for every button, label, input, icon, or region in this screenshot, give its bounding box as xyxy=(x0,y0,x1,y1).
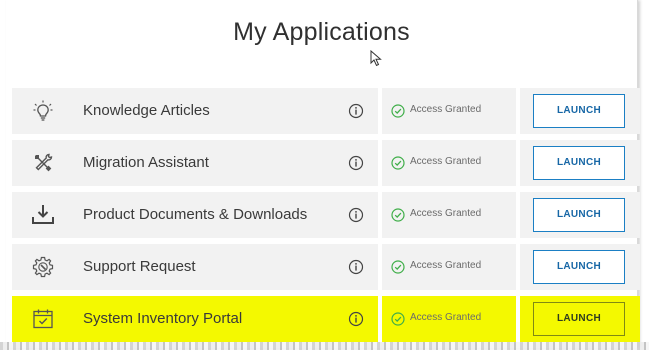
screenshot-frame: My Applications Knowledge Articles Acces… xyxy=(0,0,649,350)
launch-cell: LAUNCH xyxy=(520,88,640,134)
launch-button[interactable]: LAUNCH xyxy=(533,94,625,128)
torn-edge-divider xyxy=(0,342,649,350)
app-name: Knowledge Articles xyxy=(83,102,210,119)
app-row-knowledge-articles: Knowledge Articles Access Granted LAUNCH xyxy=(12,88,640,134)
app-name-cell: Product Documents & Downloads xyxy=(12,192,378,238)
app-name: Product Documents & Downloads xyxy=(83,206,308,223)
app-name-cell: System Inventory Portal xyxy=(12,296,378,342)
launch-button[interactable]: LAUNCH xyxy=(533,198,625,232)
access-status-text: Access Granted xyxy=(410,156,482,167)
app-row-migration-assistant: Migration Assistant Access Granted LAUNC… xyxy=(12,140,640,186)
access-status-cell: Access Granted xyxy=(382,192,516,238)
lightbulb-icon xyxy=(33,100,53,121)
launch-button[interactable]: LAUNCH xyxy=(533,302,625,336)
launch-cell: LAUNCH xyxy=(520,244,640,290)
info-icon[interactable] xyxy=(348,103,364,119)
launch-cell: LAUNCH xyxy=(520,192,640,238)
launch-cell: LAUNCH xyxy=(520,140,640,186)
app-name: System Inventory Portal xyxy=(83,310,243,327)
check-circle-icon xyxy=(391,156,405,170)
info-icon[interactable] xyxy=(348,311,364,327)
app-name: Migration Assistant xyxy=(83,154,209,171)
access-status-cell: Access Granted xyxy=(382,244,516,290)
access-status-cell: Access Granted xyxy=(382,296,516,342)
tools-icon xyxy=(35,153,53,172)
page-title: My Applications xyxy=(233,18,410,46)
calendar-check-icon xyxy=(33,309,53,329)
launch-button[interactable]: LAUNCH xyxy=(533,146,625,180)
check-circle-icon xyxy=(391,312,405,326)
info-icon[interactable] xyxy=(348,155,364,171)
app-row-product-documents: Product Documents & Downloads Access Gra… xyxy=(12,192,640,238)
app-name-cell: Support Request xyxy=(12,244,378,290)
app-name: Support Request xyxy=(83,258,196,275)
launch-cell: LAUNCH xyxy=(520,296,640,342)
info-icon[interactable] xyxy=(348,207,364,223)
check-circle-icon xyxy=(391,260,405,274)
access-status-text: Access Granted xyxy=(410,312,482,323)
app-row-support-request: Support Request Access Granted LAUNCH xyxy=(12,244,640,290)
app-name-cell: Knowledge Articles xyxy=(12,88,378,134)
access-status-cell: Access Granted xyxy=(382,88,516,134)
download-tray-icon xyxy=(32,205,54,224)
access-status-cell: Access Granted xyxy=(382,140,516,186)
app-name-cell: Migration Assistant xyxy=(12,140,378,186)
check-circle-icon xyxy=(391,104,405,118)
check-circle-icon xyxy=(391,208,405,222)
app-row-system-inventory-portal: System Inventory Portal Access Granted L… xyxy=(12,296,640,342)
mouse-cursor-icon xyxy=(370,50,382,67)
access-status-text: Access Granted xyxy=(410,208,482,219)
access-status-text: Access Granted xyxy=(410,104,482,115)
launch-button[interactable]: LAUNCH xyxy=(533,250,625,284)
info-icon[interactable] xyxy=(348,259,364,275)
access-status-text: Access Granted xyxy=(410,260,482,271)
gear-wrench-icon xyxy=(32,256,54,278)
